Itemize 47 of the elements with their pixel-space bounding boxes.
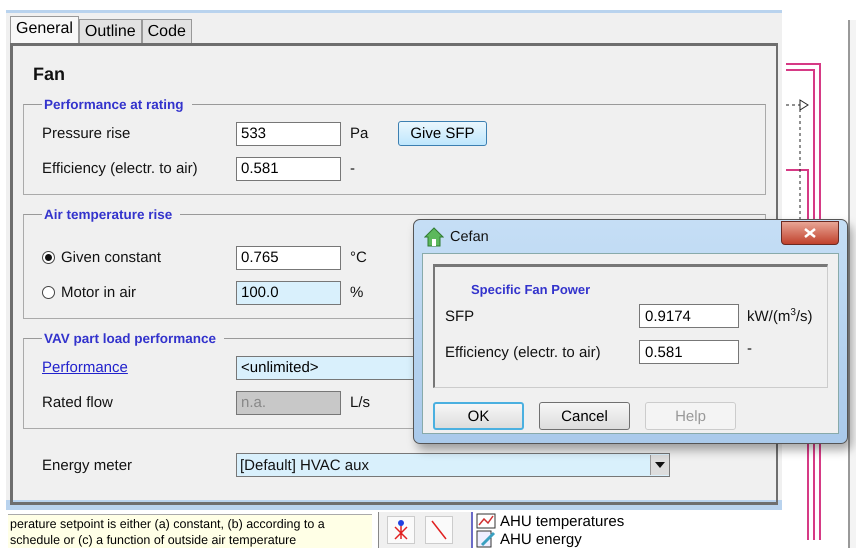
group-title: VAV part load performance [43,331,218,346]
field-label: Efficiency (electr. to air) [42,160,198,177]
field-label: SFP [445,308,476,324]
field-label: Given constant [61,249,162,266]
unit-label: Pa [350,125,368,142]
unit-label: - [746,340,753,357]
line-icon[interactable] [430,519,448,541]
field-label: Pressure rise [42,125,130,142]
dialog-button[interactable]: Cancel [539,402,630,430]
input-field[interactable]: 0.581 [639,340,739,364]
radio-button[interactable] [42,286,55,299]
unit-label: kW/(m$^{3}$/s) [746,308,814,324]
panel-heading: Fan [33,64,66,85]
input-field[interactable]: 533 [236,122,341,146]
report-pencil-icon [476,530,496,548]
dropdown-caret-icon [655,462,665,468]
unit-label: °C [350,249,367,266]
close-icon [804,228,816,238]
house-icon [424,226,444,246]
tab[interactable]: Code [142,19,192,43]
close-button[interactable] [781,221,839,245]
radio-button[interactable] [42,251,55,264]
tree-item[interactable]: AHU temperatures [500,512,624,530]
chart-icon [476,513,496,529]
input-field[interactable]: 0.765 [236,246,341,270]
unit-label: L/s [350,394,370,411]
field-label: Efficiency (electr. to air) [445,344,602,360]
field-label: Energy meter [42,456,134,474]
tab[interactable]: General [10,16,79,43]
field-label: Rated flow [42,394,113,411]
dialog-button[interactable]: OK [433,402,524,430]
tree-item[interactable]: AHU energy [500,530,582,548]
group-title: Air temperature rise [43,207,174,222]
tab[interactable]: Outline [78,19,142,43]
input-field[interactable]: 0.581 [236,156,341,180]
group-title: Specific Fan Power [471,282,590,297]
give-sfp-button[interactable]: Give SFP [398,121,487,146]
unit-label: - [350,160,355,177]
field-label: Motor in air [61,284,136,301]
dialog-title: Cefan [450,228,490,244]
input-field[interactable]: 100.0 [236,280,341,304]
unit-label: % [350,284,364,301]
performance-link[interactable]: Performance [42,359,128,376]
help-text: perature setpoint is either (a) constant, (b) according to a schedule or (c) a function of outside air temperature [8,514,372,548]
group-title: Performance at rating [43,97,185,112]
energy-meter-dropdown[interactable]: [Default] HVAC aux [236,453,670,477]
input-field[interactable]: 0.9174 [639,304,739,328]
